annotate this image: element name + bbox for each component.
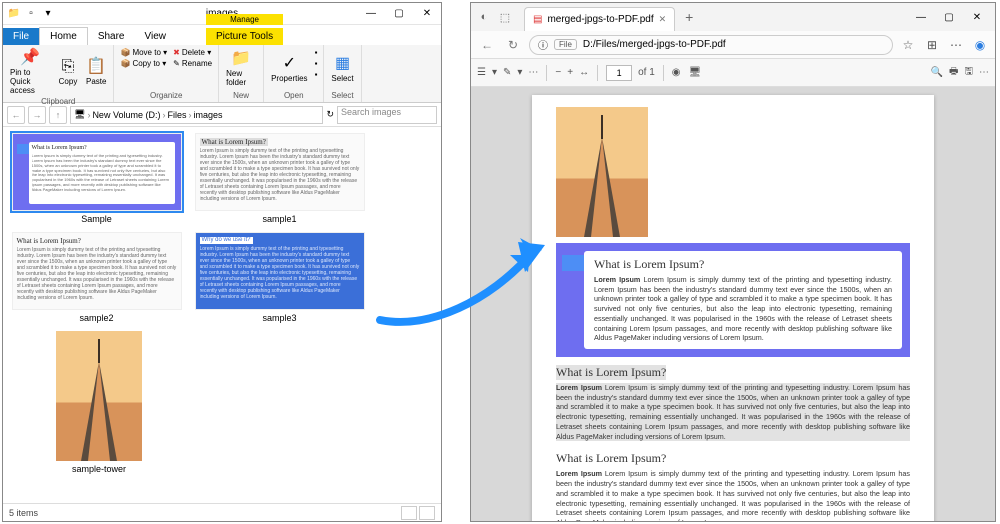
refresh-button[interactable]: ↻ (326, 109, 334, 120)
url-bar[interactable]: ⓘ File D:/Files/merged-jpgs-to-PDF.pdf (529, 35, 893, 55)
file-list: What is Lorem Ipsum?Lorem Ipsum is simpl… (3, 127, 441, 503)
browser-window: ◐ ⬚ ▤ merged-jpgs-to-PDF.pdf ✕ + — ▢ ✕ ←… (470, 2, 996, 522)
close-button[interactable]: ✕ (413, 3, 441, 25)
collections-icon[interactable]: ⊞ (923, 36, 941, 54)
search-input[interactable]: Search images (337, 106, 437, 124)
address-bar: ← → ↑ 🖥› New Volume (D:)› Files› images … (3, 103, 441, 127)
maximize-button[interactable]: ▢ (385, 3, 413, 25)
pdf-page: What is Lorem Ipsum? Lorem Ipsum Lorem I… (532, 95, 934, 521)
search-icon[interactable]: 🔍 (931, 67, 943, 78)
minimize-button[interactable]: — (357, 3, 385, 25)
thumbnail (56, 331, 142, 461)
pin-button[interactable]: 📌Pin to Quick access (7, 47, 53, 96)
refresh-button[interactable]: ↻ (503, 38, 523, 52)
browser-titlebar: ◐ ⬚ ▤ merged-jpgs-to-PDF.pdf ✕ + — ▢ ✕ (471, 3, 995, 31)
forward-button[interactable]: → (28, 106, 46, 124)
copy-button[interactable]: ⎘Copy (55, 47, 81, 96)
pdf-viewport[interactable]: What is Lorem Ipsum? Lorem Ipsum Lorem I… (471, 87, 995, 521)
sidebar-icon[interactable]: ☰ (477, 67, 486, 78)
context-group-label: Manage (206, 14, 283, 25)
maximize-button[interactable]: ▢ (935, 6, 963, 28)
thumbnail: What is Lorem Ipsum?Lorem Ipsum is simpl… (12, 232, 182, 310)
close-button[interactable]: ✕ (963, 6, 991, 28)
file-item[interactable]: What is Lorem Ipsum?Lorem Ipsum is simpl… (192, 133, 367, 224)
ribbon-tabs: File Home Share View Manage Picture Tool… (3, 25, 441, 45)
tab-home[interactable]: Home (39, 27, 88, 45)
properties-button[interactable]: ✓Properties (268, 47, 310, 90)
section-highlighted: What is Lorem Ipsum? Lorem Ipsum Lorem I… (556, 365, 910, 441)
new-folder-button[interactable]: 📁New folder (223, 47, 259, 90)
file-item[interactable]: Why do we use it?Lorem Ipsum is simply d… (192, 232, 367, 323)
up-button[interactable]: ↑ (49, 106, 67, 124)
pdf-icon: ▤ (533, 14, 542, 25)
copyto-button[interactable]: 📦Copy to ▾ (118, 58, 169, 69)
minimize-button[interactable]: — (907, 6, 935, 28)
file-item[interactable]: sample-tower (39, 331, 159, 474)
thumbnail: What is Lorem Ipsum?Lorem Ipsum is simpl… (12, 133, 182, 211)
group-select: Select (328, 91, 356, 100)
draw-icon[interactable]: ✎ (503, 67, 511, 78)
explorer-window: 📁 ▫ ▾ images — ▢ ✕ File Home Share View … (2, 2, 442, 522)
moveto-button[interactable]: 📦Move to ▾ (118, 47, 169, 58)
paste-button[interactable]: 📋Paste (83, 47, 109, 96)
group-new: New (223, 91, 259, 100)
pdf-toolbar: ☰ ▾ ✎ ▾ ⋯ − + ↔ of 1 ◉🖥 🔍 🖶 🖫 ⋯ (471, 59, 995, 87)
section-plain: What is Lorem Ipsum? Lorem Ipsum Lorem I… (556, 451, 910, 521)
back-button[interactable]: ← (477, 38, 497, 52)
new-tab-button[interactable]: + (685, 9, 693, 25)
more-icon[interactable]: ⋯ (979, 67, 989, 78)
view-details-button[interactable] (401, 506, 417, 520)
purple-card: What is Lorem Ipsum? Lorem Ipsum Lorem I… (556, 243, 910, 357)
save-icon[interactable]: 🖫 (964, 64, 973, 81)
tab-view[interactable]: View (135, 28, 177, 45)
thumbnail: Why do we use it?Lorem Ipsum is simply d… (195, 232, 365, 310)
file-item[interactable]: What is Lorem Ipsum?Lorem Ipsum is simpl… (9, 232, 184, 323)
file-item[interactable]: What is Lorem Ipsum?Lorem Ipsum is simpl… (9, 133, 184, 224)
folder-icon: 📁 (7, 7, 21, 21)
delete-button[interactable]: ✖Delete ▾ (171, 47, 214, 58)
browser-tab[interactable]: ▤ merged-jpgs-to-PDF.pdf ✕ (524, 7, 675, 31)
zoom-out-button[interactable]: − (555, 67, 561, 78)
breadcrumb[interactable]: 🖥› New Volume (D:)› Files› images (70, 106, 323, 124)
select-button[interactable]: ▦Select (328, 47, 356, 90)
tower-image (556, 107, 648, 237)
browser-toolbar: ← ↻ ⓘ File D:/Files/merged-jpgs-to-PDF.p… (471, 31, 995, 59)
workspace-icon[interactable]: ⬚ (496, 8, 514, 26)
tab-picture-tools[interactable]: Manage Picture Tools (206, 28, 283, 45)
status-bar: 5 items (3, 503, 441, 521)
group-organize: Organize (118, 91, 214, 100)
close-tab-button[interactable]: ✕ (659, 14, 667, 25)
ribbon: 📌Pin to Quick access ⎘Copy 📋Paste Clipbo… (3, 45, 441, 103)
rename-button[interactable]: ✎Rename (171, 58, 214, 69)
qat-dropdown[interactable]: ▾ (41, 7, 55, 21)
view-thumbs-button[interactable] (419, 506, 435, 520)
tab-file[interactable]: File (3, 28, 39, 45)
file-icon: ⓘ (538, 37, 548, 52)
more-icon[interactable]: ⋯ (528, 67, 538, 78)
star-icon[interactable]: ☆ (899, 36, 917, 54)
back-button[interactable]: ← (7, 106, 25, 124)
profile-icon[interactable]: ◐ (475, 8, 493, 26)
qat-item[interactable]: ▫ (24, 7, 38, 21)
item-count: 5 items (9, 508, 38, 518)
zoom-in-button[interactable]: + (567, 67, 573, 78)
menu-button[interactable]: ⋯ (947, 36, 965, 54)
thumbnail: What is Lorem Ipsum?Lorem Ipsum is simpl… (195, 133, 365, 211)
copilot-icon[interactable]: ◉ (971, 36, 989, 54)
tab-share[interactable]: Share (88, 28, 135, 45)
group-open: Open (268, 91, 319, 100)
print-icon[interactable]: 🖶 (949, 64, 958, 81)
document-icon (562, 255, 584, 271)
page-input[interactable] (606, 65, 632, 81)
